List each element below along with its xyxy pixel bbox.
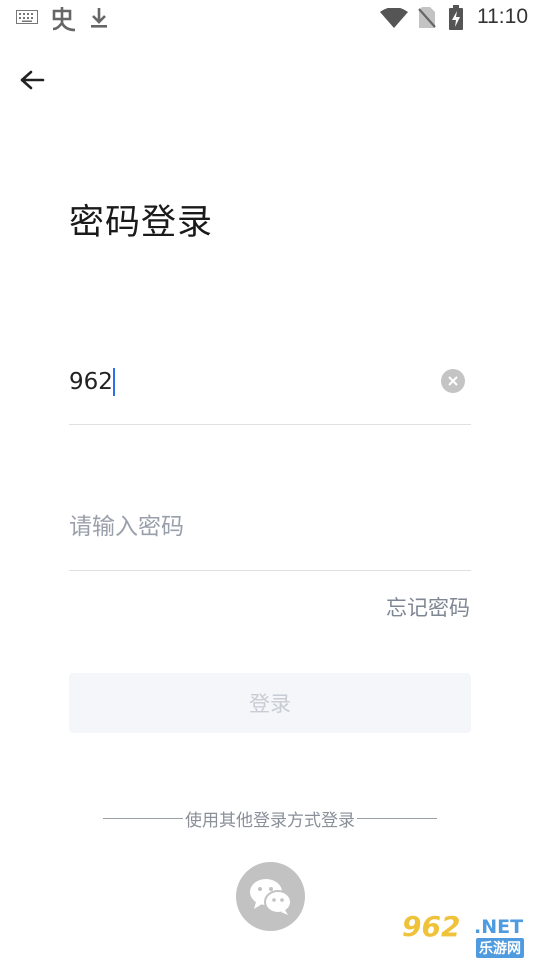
other-login-divider: 使用其他登录方式登录 — [103, 806, 437, 831]
password-input[interactable] — [69, 497, 429, 557]
watermark-logo: 962 .NET 乐游网 — [402, 910, 534, 958]
text-caret — [113, 368, 115, 396]
password-field — [69, 497, 471, 571]
keyboard-icon — [16, 10, 38, 24]
status-bar: 11:10 — [0, 0, 540, 36]
back-button[interactable] — [14, 62, 50, 98]
arrow-left-icon — [20, 70, 45, 90]
wechat-login-button[interactable] — [236, 862, 305, 931]
account-field — [69, 352, 471, 425]
clock-time: 11:10 — [477, 5, 528, 28]
page-title: 密码登录 — [69, 203, 214, 243]
other-login-text: 使用其他登录方式登录 — [185, 810, 355, 831]
watermark-net: .NET — [474, 916, 524, 938]
wechat-icon — [249, 878, 292, 915]
divider-line-left — [103, 817, 183, 819]
watermark-main: 962 — [402, 910, 461, 943]
divider-line-right — [357, 817, 437, 819]
login-button[interactable]: 登录 — [69, 673, 471, 733]
account-input[interactable] — [69, 352, 429, 412]
download-icon — [91, 8, 107, 28]
clear-input-button[interactable] — [441, 369, 465, 393]
watermark-sub: 乐游网 — [476, 938, 524, 958]
bug-icon — [52, 7, 76, 32]
close-icon — [448, 376, 458, 386]
forgot-password-link[interactable]: 忘记密码 — [386, 592, 470, 622]
battery-charging-icon — [449, 5, 463, 30]
no-sim-icon — [418, 7, 436, 28]
wifi-icon — [380, 8, 408, 28]
